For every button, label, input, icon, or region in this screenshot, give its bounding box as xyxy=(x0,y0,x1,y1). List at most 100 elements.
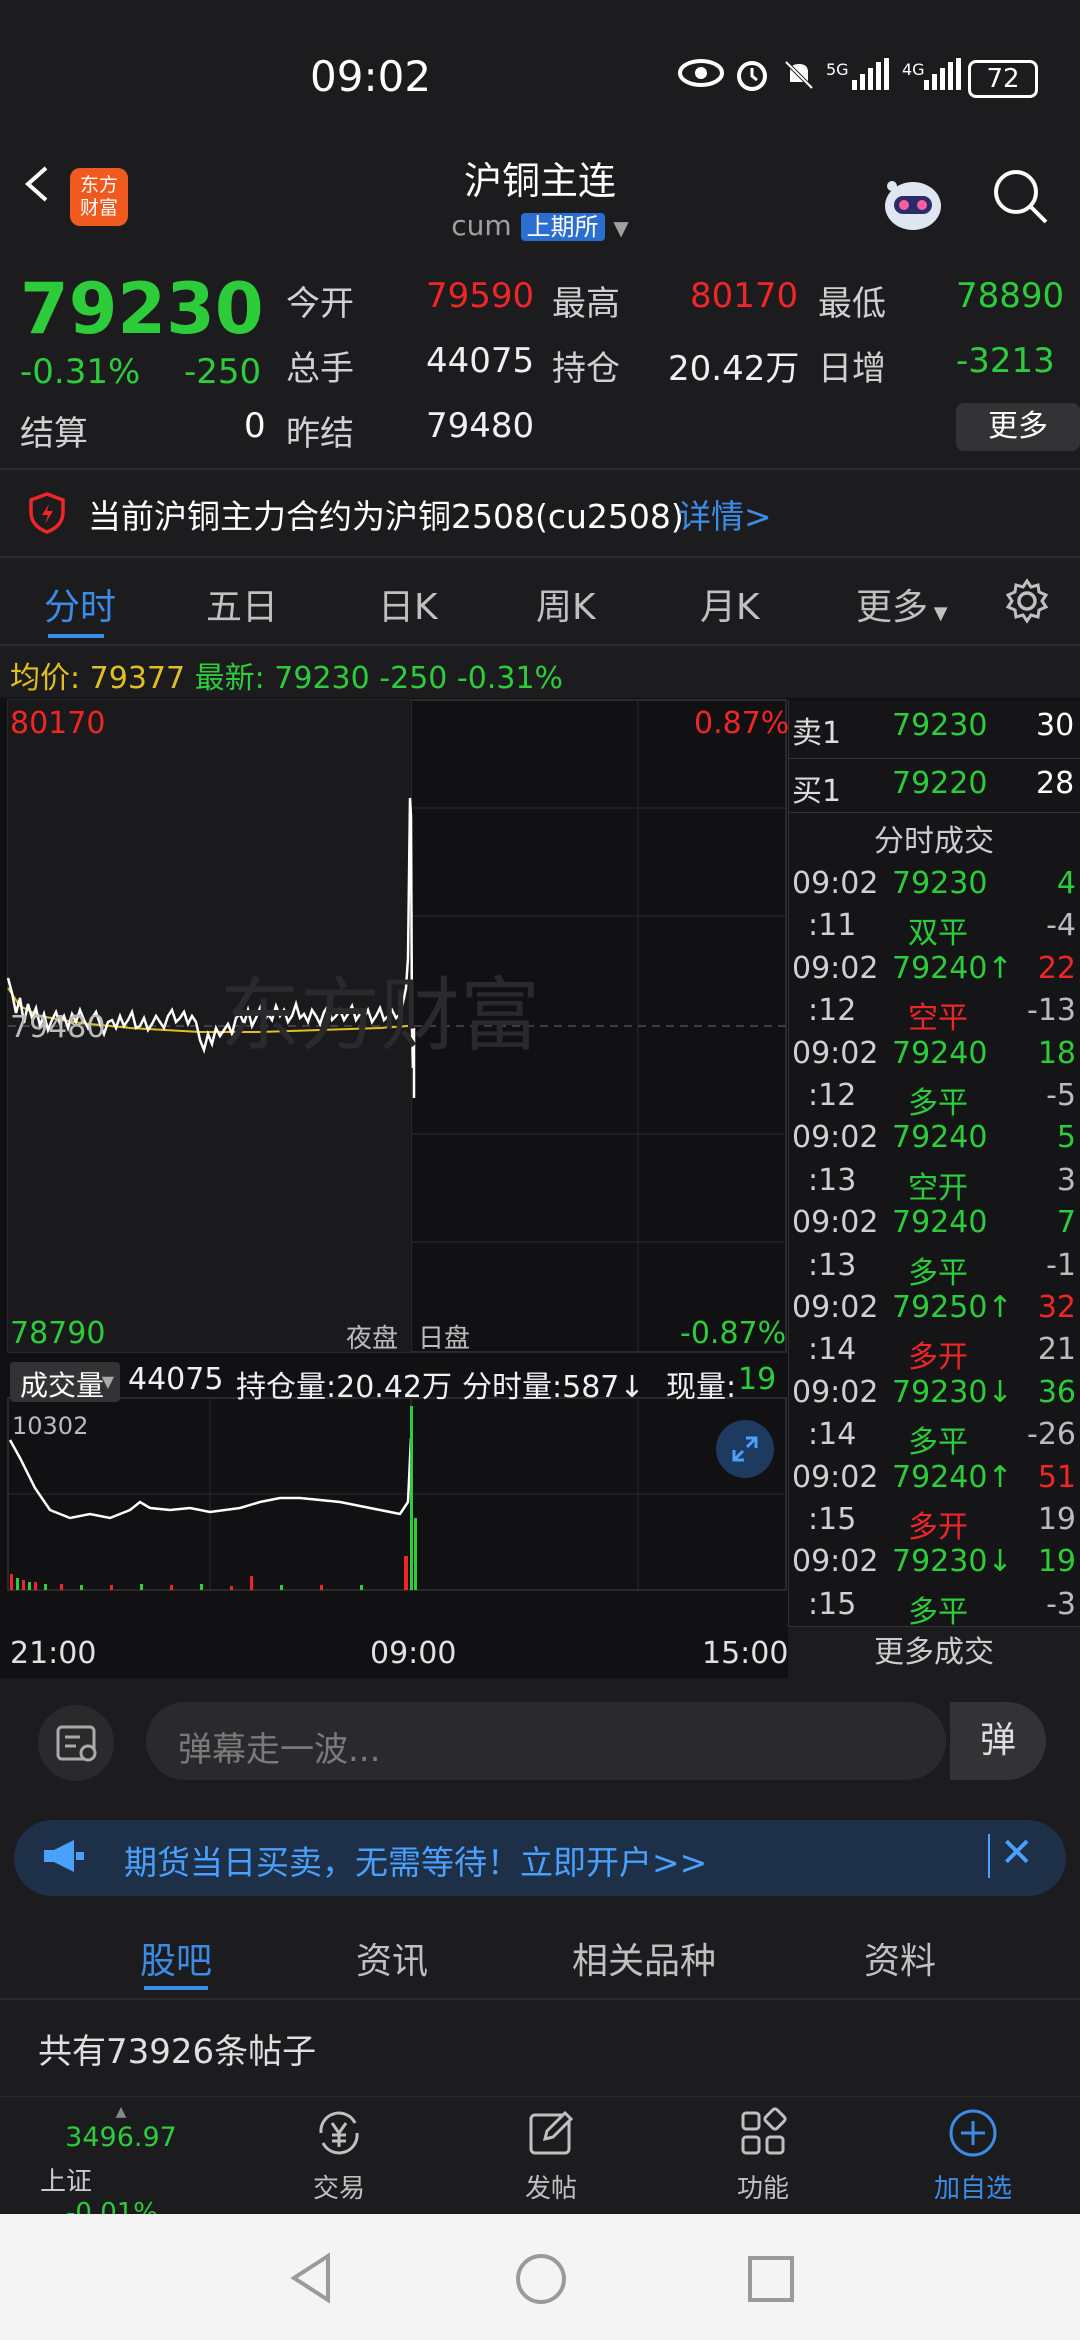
night-session-label: 夜盘 xyxy=(346,1324,399,1354)
tick-volume: -5 xyxy=(1046,1078,1076,1113)
intraday-chart-svg[interactable]: 东方财富 xyxy=(0,698,788,1678)
tick-time: :12 xyxy=(808,1078,857,1113)
divider xyxy=(788,812,1080,813)
tick-price: 79240↑ xyxy=(892,1459,1013,1495)
close-icon[interactable]: ✕ xyxy=(1000,1830,1034,1876)
danmu-settings-icon[interactable] xyxy=(38,1705,114,1781)
settings-gear-icon[interactable] xyxy=(1004,578,1050,628)
tick-time: :13 xyxy=(808,1162,857,1198)
tick-time: 09:02 xyxy=(792,1120,879,1156)
exchange-badge: 上期所 xyxy=(520,213,605,241)
tick-time: 09:02 xyxy=(792,950,879,986)
price-info-line: 均价: 79377 最新: 79230 -250 -0.31% xyxy=(10,653,563,697)
volume-now-value: 19 xyxy=(738,1362,777,1397)
tab-forum[interactable]: 股吧 xyxy=(140,1932,212,1984)
settle-label: 结算 xyxy=(20,414,88,454)
x-axis-label-end: 15:00 xyxy=(702,1636,789,1671)
net-5g-label: 5G xyxy=(826,60,849,79)
low-value: 78890 xyxy=(956,276,1065,316)
tick-price: 多平 xyxy=(908,1255,968,1291)
promo-text[interactable]: 期货当日买卖，无需等待！立即开户>> xyxy=(124,1836,707,1884)
tick-time: :13 xyxy=(808,1247,857,1283)
latest-change: -250 xyxy=(379,661,448,696)
tick-row: :13 空开 3 xyxy=(788,1162,1080,1206)
danmu-toggle-button[interactable]: 弹 xyxy=(950,1702,1046,1780)
tab-daily-k[interactable]: 日K xyxy=(378,578,438,630)
tab-intraday[interactable]: 分时 xyxy=(44,578,116,630)
nav-function[interactable]: 功能 xyxy=(688,2098,838,2205)
volume-bar xyxy=(110,1585,113,1590)
tab-five-day[interactable]: 五日 xyxy=(206,578,278,630)
system-back-icon[interactable] xyxy=(286,2250,336,2310)
search-icon[interactable] xyxy=(990,166,1050,226)
nav-add-watchlist[interactable]: 加自选 xyxy=(898,2098,1048,2205)
signal-icon-2 xyxy=(924,58,964,94)
notice-detail-link[interactable]: 详情> xyxy=(678,490,772,538)
robot-assistant-icon[interactable] xyxy=(878,168,948,238)
tick-price: 79230↓ xyxy=(892,1544,1013,1580)
more-ticks-button[interactable]: 更多成交 xyxy=(788,1626,1080,1679)
low-label: 最低 xyxy=(818,284,886,324)
volume-selector[interactable]: 成交量 ▼ xyxy=(10,1362,120,1402)
tick-price: 79240 xyxy=(892,1205,988,1241)
tick-time: :15 xyxy=(808,1586,857,1622)
chevron-down-icon: ▼ xyxy=(613,216,629,240)
tick-price: 79230 xyxy=(892,866,988,901)
more-quote-button[interactable]: 更多 xyxy=(956,403,1080,451)
tick-time: :15 xyxy=(808,1502,857,1537)
change-value: -250 xyxy=(184,352,262,392)
megaphone-icon xyxy=(40,1836,86,1880)
nav-post[interactable]: 发帖 xyxy=(476,2098,626,2205)
tab-more-label: 更多 xyxy=(856,587,929,628)
divider xyxy=(0,644,1080,646)
tab-related[interactable]: 相关品种 xyxy=(572,1932,716,1984)
nav-index-ticker[interactable]: ▲ 3496.97 上证 -0.01% xyxy=(40,2104,196,2228)
tick-row: 09:02 79240 7 xyxy=(788,1205,1080,1247)
system-recents-icon[interactable] xyxy=(746,2254,796,2308)
tab-weekly-k[interactable]: 周K xyxy=(536,578,596,630)
volume-total: 44075 xyxy=(128,1362,224,1397)
buy1-volume: 28 xyxy=(1036,766,1075,801)
tick-row: 09:02 79240 18 xyxy=(788,1036,1080,1078)
tab-monthly-k[interactable]: 月K xyxy=(700,578,760,630)
shield-alert-icon xyxy=(28,492,66,538)
volume-bar xyxy=(230,1586,233,1590)
prev-settle-label: 昨结 xyxy=(286,414,354,454)
expand-chart-icon[interactable] xyxy=(716,1420,774,1478)
ticks-title: 分时成交 xyxy=(874,824,994,859)
more-ticks-label: 更多成交 xyxy=(874,1635,994,1670)
volume-bar xyxy=(22,1580,25,1590)
yen-cycle-icon xyxy=(264,2098,414,2168)
watermark: 东方财富 xyxy=(220,969,540,1062)
tick-price: 多平 xyxy=(908,1425,968,1461)
tick-volume: -4 xyxy=(1046,908,1076,944)
tick-time: :12 xyxy=(808,993,857,1029)
tab-more[interactable]: 更多 ▼ xyxy=(856,578,948,630)
volume-bar xyxy=(44,1584,47,1590)
volume-label: 总手 xyxy=(286,349,354,389)
tab-profile[interactable]: 资料 xyxy=(864,1932,936,1984)
buy1-price: 79220 xyxy=(892,766,988,801)
tick-time: 09:02 xyxy=(792,866,879,901)
avg-price-value: 79377 xyxy=(89,661,186,696)
tick-volume: -1 xyxy=(1046,1247,1076,1283)
nav-trade-label: 交易 xyxy=(312,2174,365,2204)
nav-add-label: 加自选 xyxy=(933,2174,1012,2204)
open-value: 79590 xyxy=(426,276,535,316)
system-home-icon[interactable] xyxy=(514,2252,568,2310)
pct-axis-top: 0.87% xyxy=(694,706,790,741)
volume-bar xyxy=(250,1576,253,1590)
volume-bar xyxy=(404,1556,408,1590)
battery-indicator: 72 xyxy=(968,60,1038,98)
nav-function-label: 功能 xyxy=(736,2174,789,2204)
tick-price: 79250↑ xyxy=(892,1290,1013,1325)
tab-news[interactable]: 资讯 xyxy=(356,1932,428,1984)
nav-post-label: 发帖 xyxy=(524,2174,577,2204)
nav-trade[interactable]: 交易 xyxy=(264,2098,414,2205)
lower-tab-indicator xyxy=(144,1986,208,1990)
tick-volume: 18 xyxy=(1037,1035,1076,1071)
plus-circle-icon xyxy=(898,2098,1048,2168)
tick-time: :14 xyxy=(808,1417,857,1453)
tick-time: :14 xyxy=(808,1332,857,1368)
caret-up-icon: ▲ xyxy=(115,2104,127,2120)
